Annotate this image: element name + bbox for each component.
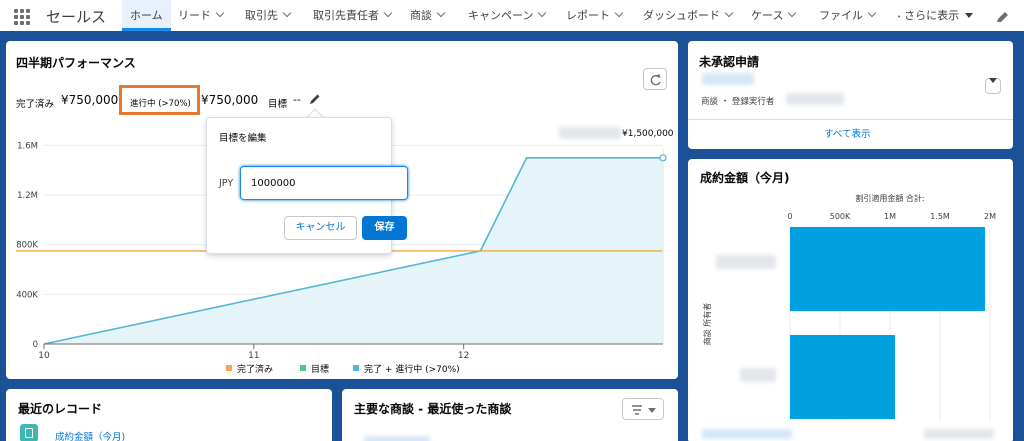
approval-meta: 商談 ・ 登録実行者: [701, 97, 775, 107]
app-name: セールス: [46, 8, 107, 26]
nav-tab-label: リード: [178, 9, 211, 22]
divider: [688, 119, 1013, 120]
app-launcher-icon[interactable]: [14, 9, 30, 25]
nav-tab-dashboards[interactable]: ダッシュボード: [643, 0, 734, 31]
nav-tab-label: 取引先: [245, 9, 278, 22]
won-amount-chart: 割引適用金額 合計: 0 500K 1M 1.5M 2M 商談 所有者: [702, 193, 996, 421]
nav-tab-leads[interactable]: リード: [178, 0, 225, 31]
filter-sort-button[interactable]: [622, 398, 664, 420]
x-tick-label: 11: [248, 351, 259, 361]
nav-tab-label: キャンペーン: [468, 9, 534, 22]
legend-goal: 目標: [311, 365, 330, 375]
chart-axis-title: 割引適用金額 合計:: [855, 193, 924, 203]
x-tick-label: 2M: [984, 212, 996, 221]
nav-tab-reports[interactable]: レポート: [566, 0, 624, 31]
report-record-icon: [20, 424, 38, 441]
recent-record-link[interactable]: 成約金額（今月): [55, 429, 125, 441]
hover-point: [659, 154, 667, 162]
nav-tab-label: ダッシュボード: [643, 9, 720, 22]
chevron-down-icon[interactable]: [867, 8, 877, 18]
edit-goal-popover: 目標を編集 JPY キャンセル 保存: [206, 117, 408, 254]
nav-tab-opportunities[interactable]: 商談: [410, 0, 446, 31]
x-tick-label: 1M: [884, 212, 896, 221]
edit-nav-pencil-icon[interactable]: [996, 11, 1009, 23]
nav-tab-accounts[interactable]: 取引先: [245, 0, 292, 31]
nav-more-label: さらに表示: [904, 9, 960, 22]
legend-swatch-closed: [226, 365, 232, 371]
x-tick-label: 500K: [830, 212, 851, 221]
chevron-down-icon[interactable]: [614, 8, 624, 18]
legend-closed-open: 完了 + 進行中 (>70%): [364, 365, 460, 375]
redacted-approval-name[interactable]: [702, 73, 754, 85]
recent-records-card: 最近のレコード 成約金額（今月): [6, 389, 332, 441]
nav-tab-label: 取引先責任者: [313, 9, 379, 22]
chevron-down-icon[interactable]: [724, 8, 734, 18]
nav-tab-campaigns[interactable]: キャンペーン: [468, 0, 547, 31]
legend-swatch-closed-open: [353, 365, 359, 371]
cancel-button[interactable]: キャンセル: [284, 216, 357, 240]
chevron-down-icon[interactable]: [436, 8, 446, 18]
pending-approvals-card: 未承認申請 商談 ・ 登録実行者 すべて表示: [688, 41, 1013, 149]
caret-down-icon[interactable]: [965, 13, 974, 18]
legend-swatch-goal: [300, 365, 306, 371]
bar[interactable]: [790, 335, 895, 419]
card-title: 主要な商談 - 最近使った商談: [354, 402, 512, 416]
bullet-icon: •: [897, 13, 902, 21]
x-tick-label: 12: [458, 351, 469, 361]
nav-tab-label: ケース: [751, 9, 784, 22]
goal-input[interactable]: [240, 166, 408, 200]
redacted-deal-link[interactable]: [364, 436, 430, 441]
chevron-down-icon[interactable]: [215, 8, 225, 18]
x-tick-label: 0: [787, 212, 792, 221]
y-axis-title: 商談 所有者: [702, 303, 712, 346]
nav-more-menu[interactable]: • さらに表示: [897, 0, 974, 31]
nav-tab-label: ファイル: [819, 9, 863, 22]
nav-tab-home[interactable]: ホーム: [122, 0, 171, 31]
x-tick-label: 10: [38, 351, 50, 361]
nav-tab-files[interactable]: ファイル: [819, 0, 877, 31]
card-title: 最近のレコード: [18, 402, 103, 416]
y-tick-label: 800K: [16, 241, 38, 251]
view-all-link[interactable]: すべて表示: [824, 126, 870, 140]
chevron-down-icon[interactable]: [788, 8, 797, 18]
x-tick-label: 1.5M: [930, 212, 950, 221]
y-tick-label: 1.6M: [17, 141, 38, 151]
redacted-submitter: [786, 93, 844, 105]
y-tick-label: 400K: [16, 290, 38, 300]
global-nav-bar: セールス ホーム リード 取引先 取引先責任者 商談 キャンペーン レポート ダ…: [0, 0, 1024, 34]
y-tick-label: 0: [33, 340, 38, 350]
y-tick-label: 1.2M: [17, 191, 38, 201]
nav-tab-label: レポート: [566, 9, 610, 22]
chevron-down-icon[interactable]: [383, 8, 393, 18]
caret-down-icon: [989, 78, 997, 83]
card-title: 未承認申請: [699, 55, 760, 69]
key-deals-card: 主要な商談 - 最近使った商談: [342, 389, 678, 441]
won-amount-card: 成約金額（今月) 割引適用金額 合計: 0 500K 1M 1.5M 2M 商談 所有者: [688, 159, 1013, 441]
chevron-down-icon[interactable]: [282, 8, 292, 18]
nav-tab-label: 商談: [410, 9, 432, 22]
legend-closed: 完了済み: [237, 365, 274, 375]
currency-label: JPY: [219, 178, 234, 189]
nav-tab-contacts[interactable]: 取引先責任者: [313, 0, 393, 31]
sort-icon: [632, 405, 656, 415]
bar[interactable]: [790, 227, 985, 311]
popover-title: 目標を編集: [219, 133, 267, 144]
save-button[interactable]: 保存: [362, 216, 407, 240]
quarterly-performance-card: 四半期パフォーマンス 完了済み ¥750,000 進行中 (>70%) ¥750…: [6, 41, 678, 379]
row-actions-button[interactable]: [985, 78, 1001, 94]
nav-tab-label: ホーム: [130, 9, 163, 22]
nav-tab-cases[interactable]: ケース: [751, 0, 797, 31]
chevron-down-icon[interactable]: [538, 8, 547, 18]
